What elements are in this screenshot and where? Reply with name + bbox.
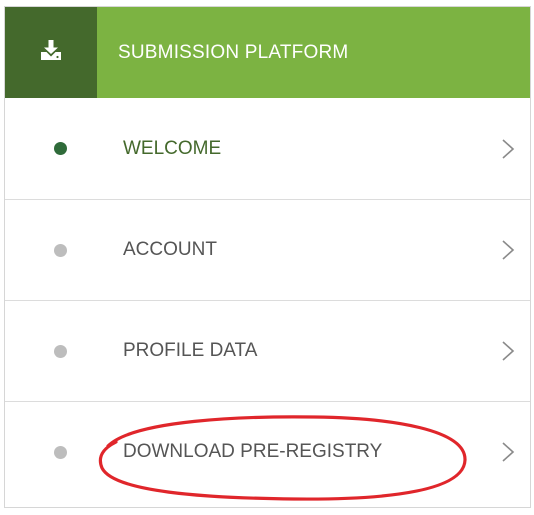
nav-item-label: WELCOME <box>123 137 222 159</box>
nav-item-download-pre-registry[interactable]: DOWNLOAD PRE-REGISTRY <box>5 401 530 502</box>
panel-header: SUBMISSION PLATFORM <box>5 7 530 98</box>
header-icon-box <box>5 7 97 98</box>
nav-item-label: PROFILE DATA <box>123 340 258 361</box>
chevron-right-icon <box>501 239 515 261</box>
submission-platform-panel: SUBMISSION PLATFORM WELCOME ACCOUNT PROF… <box>4 6 531 508</box>
chevron-right-icon <box>501 340 515 362</box>
status-dot-inactive <box>54 445 67 459</box>
chevron-right-icon <box>501 441 515 463</box>
status-dot-inactive <box>54 243 67 257</box>
header-title: SUBMISSION PLATFORM <box>118 41 349 63</box>
nav-item-label: ACCOUNT <box>123 239 217 260</box>
status-dot-inactive <box>54 344 67 358</box>
download-icon <box>40 39 62 66</box>
header-title-bar: SUBMISSION PLATFORM <box>97 7 530 98</box>
status-dot-active <box>54 142 67 155</box>
nav-item-welcome[interactable]: WELCOME <box>5 98 530 199</box>
nav-item-label: DOWNLOAD PRE-REGISTRY <box>123 441 383 462</box>
nav-item-profile-data[interactable]: PROFILE DATA <box>5 300 530 401</box>
chevron-right-icon <box>501 138 515 160</box>
nav-item-account[interactable]: ACCOUNT <box>5 199 530 300</box>
